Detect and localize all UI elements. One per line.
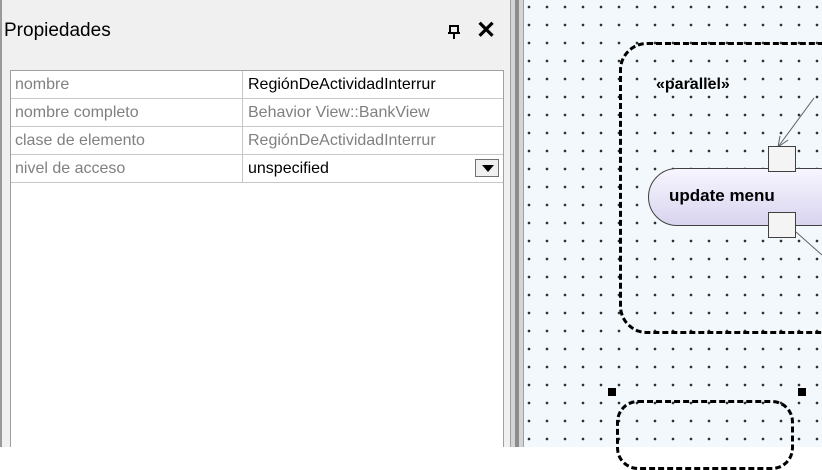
- property-key: nombre completo: [11, 99, 243, 126]
- property-key: nivel de acceso: [11, 155, 243, 182]
- property-value: Behavior View::BankView: [248, 104, 430, 121]
- property-row-clase-de-elemento[interactable]: clase de elemento RegiónDeActividadInter…: [11, 127, 503, 155]
- property-row-nombre[interactable]: nombre RegiónDeActividadInterrur: [11, 71, 503, 99]
- selection-handle[interactable]: [798, 388, 806, 396]
- property-value[interactable]: RegiónDeActividadInterrur: [244, 71, 503, 98]
- panel-title: Propiedades: [4, 20, 111, 41]
- pin-icon[interactable]: [444, 22, 464, 42]
- property-row-nombre-completo[interactable]: nombre completo Behavior View::BankView: [11, 99, 503, 127]
- output-pin[interactable]: [768, 212, 796, 238]
- input-pin[interactable]: [768, 146, 796, 172]
- properties-panel: Propiedades ✕ nombre RegiónDeActividadIn…: [0, 0, 510, 447]
- selection-handle[interactable]: [608, 388, 616, 396]
- access-level-select[interactable]: unspecified: [244, 155, 503, 182]
- property-row-nivel-de-acceso[interactable]: nivel de acceso unspecified: [11, 155, 503, 183]
- action-label: update menu: [669, 186, 775, 205]
- property-key: nombre: [11, 71, 243, 98]
- chevron-down-icon[interactable]: [475, 159, 499, 177]
- activity-region-selected[interactable]: [616, 400, 794, 470]
- diagram-canvas[interactable]: «parallel» update menu: [524, 0, 822, 470]
- property-key: clase de elemento: [11, 127, 243, 154]
- property-value: RegiónDeActividadInterrur: [248, 132, 436, 149]
- panel-splitter[interactable]: [510, 0, 524, 447]
- close-icon[interactable]: ✕: [476, 16, 496, 45]
- properties-grid: nombre RegiónDeActividadInterrur nombre …: [10, 70, 504, 447]
